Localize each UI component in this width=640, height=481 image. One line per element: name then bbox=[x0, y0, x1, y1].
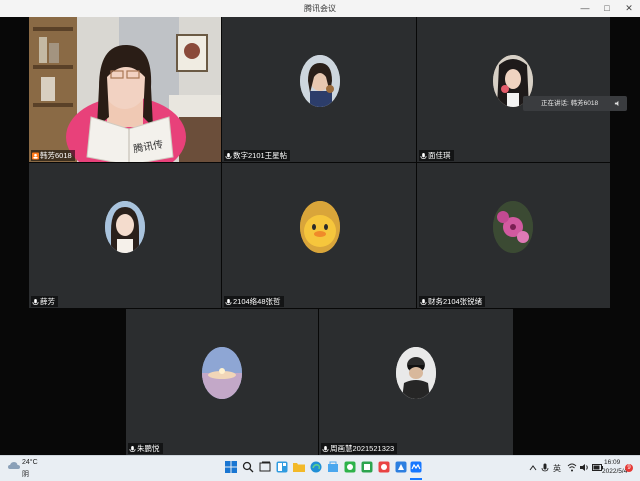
participant-name: 周画慧2021521323 bbox=[330, 444, 395, 453]
minimize-button[interactable]: — bbox=[574, 0, 596, 17]
avatar-image bbox=[300, 201, 340, 253]
participant-name: 2104络48张哲 bbox=[233, 297, 281, 306]
weather-temp: 24°C bbox=[22, 459, 38, 466]
window-title: 腾讯会议 bbox=[304, 4, 336, 13]
participant-name-tag: 韩芳6018 bbox=[31, 150, 75, 161]
avatar-image bbox=[202, 347, 242, 399]
avatar-image bbox=[105, 201, 145, 253]
speaker-icon bbox=[614, 100, 619, 107]
microphone-icon bbox=[225, 298, 232, 305]
volume-icon[interactable] bbox=[580, 463, 590, 472]
tencent-meeting-icon[interactable] bbox=[410, 461, 422, 473]
weather-desc: 阴 bbox=[22, 471, 29, 478]
clock-date[interactable]: 2022/5/4 bbox=[602, 468, 627, 475]
microphone-icon bbox=[129, 445, 136, 452]
task-view-icon[interactable] bbox=[259, 461, 271, 473]
phone-link-icon[interactable] bbox=[344, 461, 356, 473]
participant-name: 财务2104张锐绪 bbox=[428, 297, 483, 306]
microphone-tray-icon[interactable] bbox=[541, 463, 549, 473]
avatar bbox=[300, 55, 340, 107]
windows-start-icon[interactable] bbox=[225, 461, 237, 473]
avatar bbox=[105, 201, 145, 253]
avatar bbox=[493, 201, 533, 253]
weather-icon[interactable] bbox=[8, 461, 20, 471]
edge-browser-icon[interactable] bbox=[310, 461, 322, 473]
participant-tile-1[interactable]: 腾讯传 韩芳6018 bbox=[29, 17, 221, 162]
avatar bbox=[396, 347, 436, 399]
avatar-image bbox=[493, 201, 533, 253]
participant-name: 数字2101王星帖 bbox=[233, 151, 288, 160]
wifi-icon[interactable] bbox=[567, 463, 577, 472]
avatar-image bbox=[300, 55, 340, 107]
microphone-icon bbox=[322, 445, 329, 452]
avatar bbox=[202, 347, 242, 399]
microphone-icon bbox=[32, 298, 39, 305]
participant-name-tag: 2104络48张哲 bbox=[224, 296, 284, 307]
widgets-icon[interactable] bbox=[276, 461, 288, 473]
camera-video bbox=[29, 17, 221, 162]
participant-name-tag: 面佳琪 bbox=[419, 150, 454, 161]
store-icon[interactable] bbox=[327, 461, 339, 473]
wps-icon[interactable] bbox=[361, 461, 373, 473]
app-icon[interactable] bbox=[378, 461, 390, 473]
microphone-icon bbox=[420, 152, 427, 159]
participant-name: 面佳琪 bbox=[428, 151, 451, 160]
video-grid: 腾讯传 韩芳6018 数字2101王星帖 面佳琪 薛芳 2104络48张哲 财务… bbox=[0, 17, 640, 455]
ime-indicator[interactable]: 英 bbox=[553, 463, 561, 474]
participant-tile-3[interactable]: 面佳琪 bbox=[417, 17, 610, 162]
host-icon bbox=[32, 152, 39, 159]
microphone-icon bbox=[420, 298, 427, 305]
participant-tile-6[interactable]: 财务2104张锐绪 bbox=[417, 163, 610, 308]
participant-name-tag: 周画慧2021521323 bbox=[321, 443, 398, 454]
participant-tile-4[interactable]: 薛芳 bbox=[29, 163, 221, 308]
clock-time[interactable]: 16:09 bbox=[604, 459, 620, 466]
participant-name: 韩芳6018 bbox=[40, 151, 72, 160]
chevron-up-icon[interactable] bbox=[529, 465, 537, 471]
avatar-image bbox=[396, 347, 436, 399]
speaking-label: 正在讲话: 韩芳6018 bbox=[541, 100, 599, 107]
participant-tile-8[interactable]: 周画慧2021521323 bbox=[319, 309, 513, 455]
participant-name-tag: 薛芳 bbox=[31, 296, 58, 307]
speaking-indicator[interactable]: 正在讲话: 韩芳6018 bbox=[523, 96, 627, 111]
microphone-icon bbox=[225, 152, 232, 159]
title-bar: 腾讯会议 — □ ✕ bbox=[0, 0, 640, 18]
maximize-button[interactable]: □ bbox=[596, 0, 618, 17]
participant-tile-7[interactable]: 朱鹏悦 bbox=[126, 309, 318, 455]
notification-badge[interactable]: 9 bbox=[625, 464, 633, 472]
search-icon[interactable] bbox=[242, 461, 254, 473]
participant-name-tag: 财务2104张锐绪 bbox=[419, 296, 486, 307]
participant-tile-5[interactable]: 2104络48张哲 bbox=[222, 163, 416, 308]
folder-icon[interactable] bbox=[293, 461, 305, 473]
participant-tile-2[interactable]: 数字2101王星帖 bbox=[222, 17, 416, 162]
tool-app-icon[interactable] bbox=[395, 461, 407, 473]
close-button[interactable]: ✕ bbox=[618, 0, 640, 17]
participant-name: 薛芳 bbox=[40, 297, 55, 306]
participant-name-tag: 朱鹏悦 bbox=[128, 443, 163, 454]
participant-name-tag: 数字2101王星帖 bbox=[224, 150, 291, 161]
avatar bbox=[300, 201, 340, 253]
taskbar: 24°C 阴 英 16:09 2022/5/4 9 bbox=[0, 455, 640, 481]
participant-name: 朱鹏悦 bbox=[137, 444, 160, 453]
